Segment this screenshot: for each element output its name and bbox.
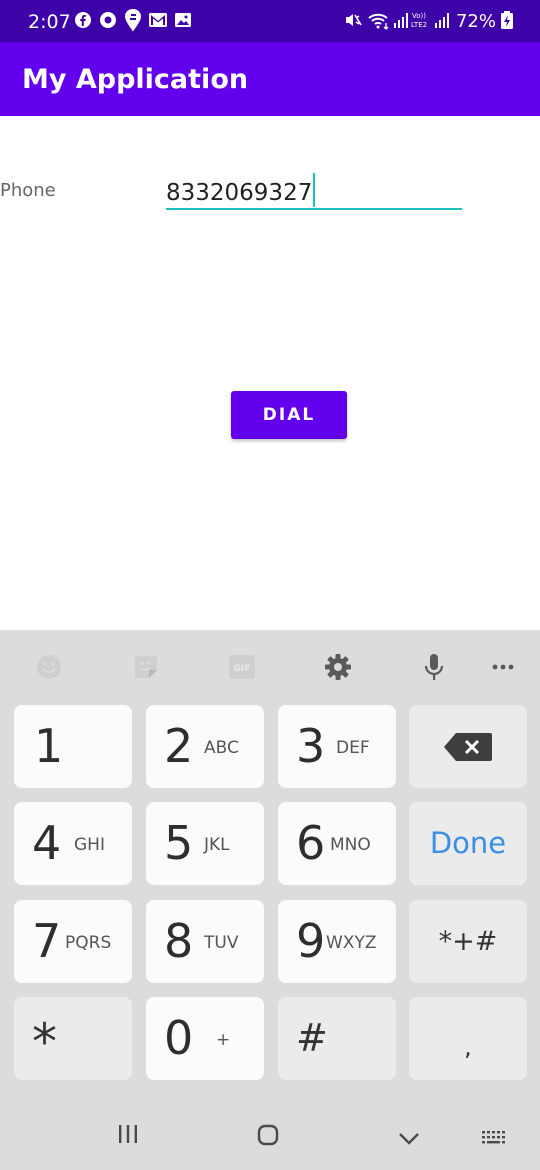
key-4[interactable]: 4 GHI	[14, 802, 132, 885]
backspace-icon	[444, 733, 492, 761]
app-title: My Application	[22, 64, 249, 95]
navigation-bar	[0, 1098, 540, 1170]
key-0-digit: 0	[164, 1011, 194, 1065]
key-0[interactable]: 0 +	[146, 997, 264, 1080]
key-3[interactable]: 3 DEF	[278, 705, 396, 788]
circle-app-icon	[100, 12, 116, 28]
comma-key[interactable]: ,	[409, 997, 527, 1080]
status-bar: 2:07 Vo)) LTE2 72%	[0, 0, 540, 42]
key-8[interactable]: 8 TUV	[146, 900, 264, 983]
battery-icon	[501, 11, 513, 29]
key-3-digit: 3	[296, 719, 326, 773]
hash-key[interactable]: #	[278, 997, 396, 1080]
backspace-key[interactable]	[409, 705, 527, 788]
key-5[interactable]: 5 JKL	[146, 802, 264, 885]
volte-lte2-icon: Vo)) LTE2	[411, 12, 427, 29]
key-0-letters: +	[216, 1030, 231, 1050]
svg-text:LTE2: LTE2	[411, 21, 427, 29]
home-icon[interactable]	[257, 1124, 279, 1146]
key-5-letters: JKL	[204, 835, 230, 855]
key-7-digit: 7	[32, 914, 62, 968]
settings-icon[interactable]	[323, 652, 353, 682]
emoji-icon[interactable]	[34, 652, 64, 682]
text-cursor	[313, 173, 316, 207]
battery-percentage: 72%	[455, 11, 496, 32]
star-label: *	[32, 1013, 57, 1071]
phone-input-value: 8332069327	[166, 180, 313, 206]
key-9[interactable]: 9 WXYZ	[278, 900, 396, 983]
key-2-letters: ABC	[204, 738, 239, 758]
dial-button[interactable]: DIAL	[231, 391, 347, 439]
key-6-letters: MNO	[330, 835, 371, 855]
phone-input[interactable]: 8332069327	[166, 168, 462, 210]
status-time: 2:07	[28, 11, 71, 33]
key-8-digit: 8	[164, 914, 194, 968]
svg-text:Vo)): Vo))	[412, 12, 426, 20]
mute-icon	[346, 14, 362, 26]
key-6[interactable]: 6 MNO	[278, 802, 396, 885]
key-7-letters: PQRS	[65, 933, 112, 953]
key-1-digit: 1	[34, 719, 64, 773]
signal-icon	[394, 13, 408, 28]
app-bar: My Application	[0, 42, 540, 116]
signal-icon	[435, 13, 449, 28]
gallery-icon	[175, 13, 191, 27]
numeric-keyboard: GIF 1 2 ABC 3 DEF 4 GHI 5 JKL 6 MNO Done…	[0, 630, 540, 1098]
facebook-icon	[75, 12, 91, 28]
phone-label: Phone	[0, 180, 56, 201]
swiggy-icon	[125, 9, 141, 32]
star-key[interactable]: *	[14, 997, 132, 1080]
back-icon[interactable]	[398, 1132, 420, 1146]
key-4-letters: GHI	[74, 835, 105, 855]
key-3-letters: DEF	[336, 738, 370, 758]
comma-label: ,	[464, 1033, 472, 1061]
symbols-key[interactable]: *+#	[409, 900, 527, 983]
key-4-digit: 4	[32, 816, 62, 870]
gif-label: GIF	[234, 664, 251, 674]
key-1[interactable]: 1	[14, 705, 132, 788]
done-label: Done	[429, 826, 507, 860]
gmail-icon	[149, 13, 167, 27]
key-2-digit: 2	[164, 719, 194, 773]
gif-icon[interactable]: GIF	[227, 652, 257, 682]
more-icon[interactable]	[488, 652, 518, 682]
key-5-digit: 5	[164, 816, 194, 870]
key-9-digit: 9	[296, 914, 326, 968]
key-9-letters: WXYZ	[326, 933, 377, 953]
key-8-letters: TUV	[204, 933, 239, 953]
done-key[interactable]: Done	[409, 802, 527, 885]
key-6-digit: 6	[296, 816, 326, 870]
key-2[interactable]: 2 ABC	[146, 705, 264, 788]
microphone-icon[interactable]	[419, 652, 449, 682]
hash-label: #	[296, 1016, 328, 1060]
sticker-icon[interactable]	[131, 652, 161, 682]
key-7[interactable]: 7 PQRS	[14, 900, 132, 983]
symbols-label: *+#	[438, 926, 498, 957]
wifi-icon	[368, 13, 389, 30]
keyboard-switch-icon[interactable]	[481, 1130, 507, 1148]
recents-icon[interactable]	[117, 1124, 139, 1144]
